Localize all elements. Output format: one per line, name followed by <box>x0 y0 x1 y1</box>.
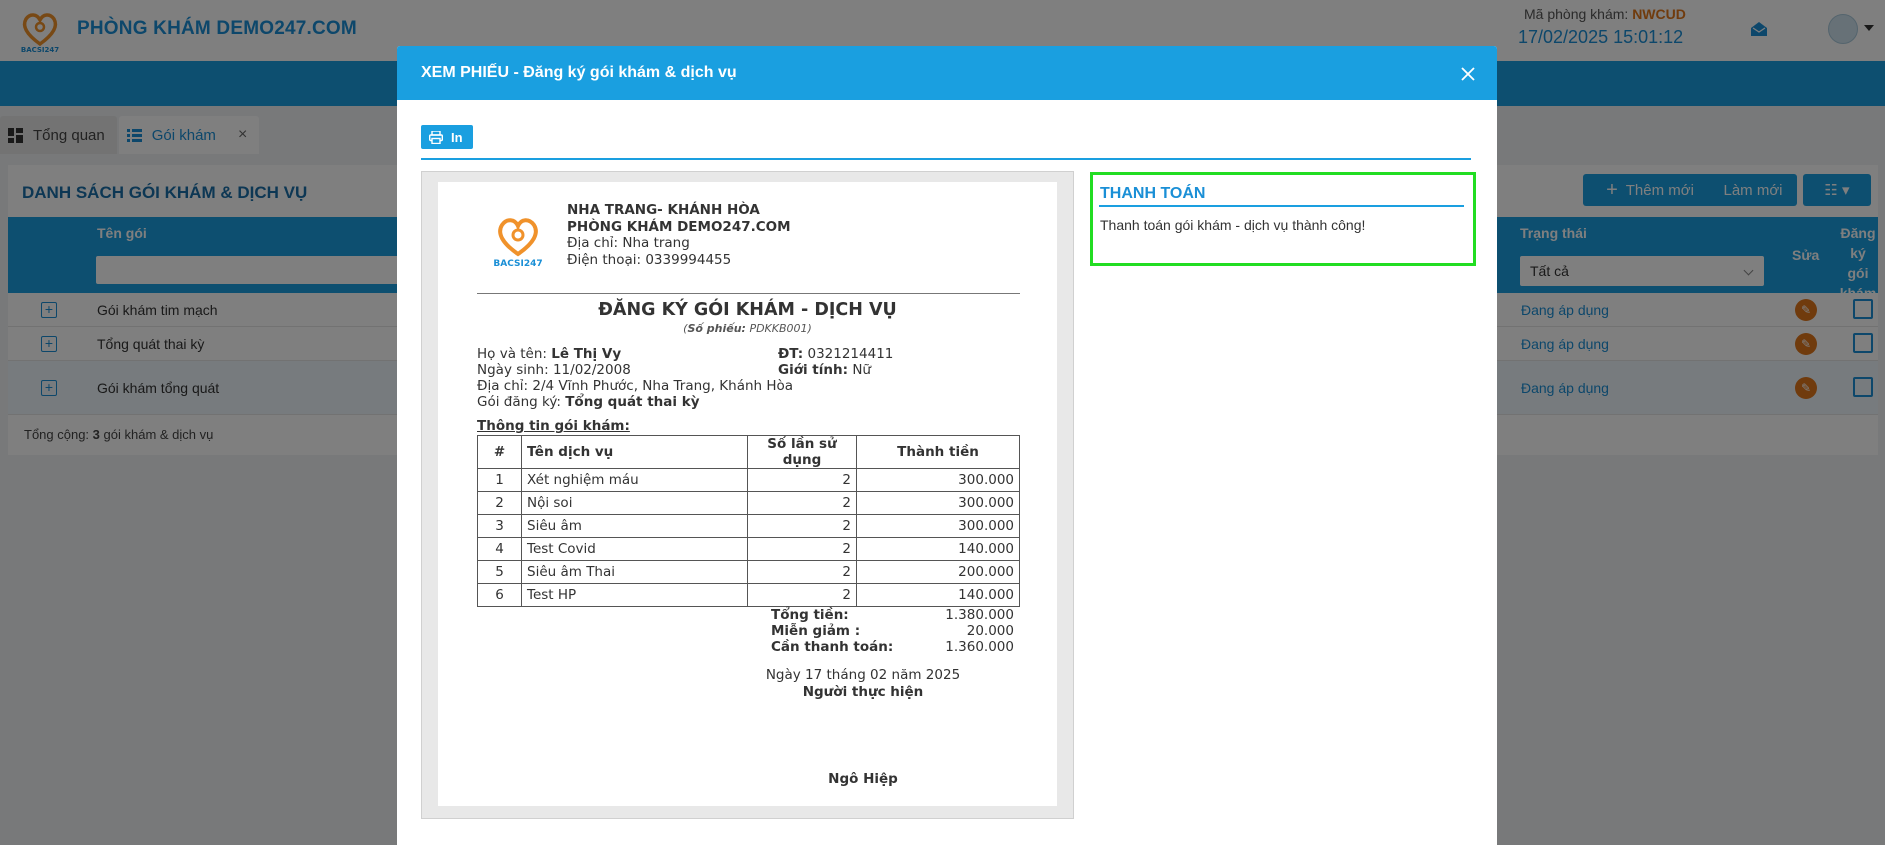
receipt-paper: BACSI247 NHA TRANG- KHÁNH HÒA PHÒNG KHÁM… <box>438 182 1057 806</box>
clinic-logo: BACSI247 <box>493 218 543 268</box>
payment-message: Thanh toán gói khám - dịch vụ thành công… <box>1100 217 1366 233</box>
registered-package: Gói đăng ký: Tổng quát thai kỳ <box>477 394 700 410</box>
table-header-row: # Tên dịch vụ Số lần sử dụng Thành tiền <box>477 435 1020 469</box>
close-icon[interactable] <box>1460 66 1476 82</box>
cell-amount: 300.000 <box>856 491 1020 515</box>
cell-service: Nội soi <box>521 491 748 515</box>
cell-service: Test Covid <box>521 537 748 561</box>
receipt-preview: BACSI247 NHA TRANG- KHÁNH HÒA PHÒNG KHÁM… <box>421 171 1074 819</box>
patient-dob: Ngày sinh: 11/02/2008 <box>477 362 631 378</box>
value: 11/02/2008 <box>552 362 631 378</box>
receipt-number-label: Số phiếu: <box>687 322 746 335</box>
cell-no: 5 <box>477 560 522 584</box>
divider <box>421 158 1471 160</box>
payment-panel: THANH TOÁN Thanh toán gói khám - dịch vụ… <box>1090 172 1476 266</box>
label: ĐT: <box>778 346 804 362</box>
value: 2/4 Vĩnh Phước, Nha Trang, Khánh Hòa <box>532 378 794 394</box>
divider <box>477 293 1020 294</box>
table-row: 1 Xét nghiệm máu 2 300.000 <box>477 468 1020 492</box>
performer-label: Người thực hiện <box>802 684 924 700</box>
cell-times: 2 <box>747 491 857 515</box>
label: Giới tính: <box>778 362 849 378</box>
table-row: 6 Test HP 2 140.000 <box>477 583 1020 607</box>
value: 0321214411 <box>807 346 894 362</box>
label: Họ và tên: <box>477 346 547 362</box>
cell-no: 3 <box>477 514 522 538</box>
table-row: 5 Siêu âm Thai 2 200.000 <box>477 560 1020 584</box>
modal-title: XEM PHIẾU - Đăng ký gói khám & dịch vụ <box>421 64 737 81</box>
receipt-number-value: PDKKB001 <box>749 322 808 335</box>
cell-amount: 200.000 <box>856 560 1020 584</box>
modal-header: XEM PHIẾU - Đăng ký gói khám & dịch vụ <box>397 46 1497 100</box>
receipt-number: (Số phiếu: PDKKB001) <box>683 322 812 335</box>
section-title: Thông tin gói khám: <box>477 418 630 434</box>
value: Lê Thị Vy <box>551 346 622 362</box>
printer-icon <box>429 130 443 144</box>
total-value: 1.380.000 <box>945 607 1014 623</box>
cell-times: 2 <box>747 583 857 607</box>
patient-gender: Giới tính: Nữ <box>778 362 871 378</box>
label: Ngày sinh: <box>477 362 549 378</box>
logo-text: BACSI247 <box>493 259 542 268</box>
cell-amount: 140.000 <box>856 583 1020 607</box>
column-header: Tên dịch vụ <box>521 435 748 469</box>
cell-times: 2 <box>747 560 857 584</box>
label: Địa chỉ: <box>477 378 529 394</box>
column-header: Số lần sử dụng <box>747 435 857 469</box>
payment-title: THANH TOÁN <box>1100 185 1206 202</box>
table-row: 3 Siêu âm 2 300.000 <box>477 514 1020 538</box>
cell-amount: 300.000 <box>856 514 1020 538</box>
label: Gói đăng ký: <box>477 394 561 410</box>
value: Tổng quát thai kỳ <box>565 394 700 410</box>
print-label: In <box>451 129 463 145</box>
cell-times: 2 <box>747 514 857 538</box>
table-row: 4 Test Covid 2 140.000 <box>477 537 1020 561</box>
cell-times: 2 <box>747 537 857 561</box>
column-header: # <box>477 435 522 469</box>
divider <box>1099 205 1464 207</box>
cell-no: 2 <box>477 491 522 515</box>
receipt-date: Ngày 17 tháng 02 năm 2025 <box>765 667 961 683</box>
patient-name: Họ và tên: Lê Thị Vy <box>477 346 621 362</box>
cell-no: 6 <box>477 583 522 607</box>
discount-label: Miễn giảm : <box>771 623 861 639</box>
cell-service: Test HP <box>521 583 748 607</box>
cell-amount: 140.000 <box>856 537 1020 561</box>
table-row: 2 Nội soi 2 300.000 <box>477 491 1020 515</box>
patient-phone: ĐT: 0321214411 <box>778 346 893 362</box>
receipt-modal: XEM PHIẾU - Đăng ký gói khám & dịch vụ I… <box>397 46 1497 845</box>
receipt-title: ĐĂNG KÝ GÓI KHÁM - DỊCH VỤ <box>598 300 897 320</box>
cell-service: Xét nghiệm máu <box>521 468 748 492</box>
org-address: Địa chỉ: Nha trang <box>567 235 690 251</box>
discount-value: 20.000 <box>966 623 1014 639</box>
org-line1: NHA TRANG- KHÁNH HÒA <box>567 202 760 218</box>
patient-address: Địa chỉ: 2/4 Vĩnh Phước, Nha Trang, Khán… <box>477 378 793 394</box>
cell-times: 2 <box>747 468 857 492</box>
performer-name: Ngô Hiệp <box>828 771 898 787</box>
cell-service: Siêu âm <box>521 514 748 538</box>
cell-amount: 300.000 <box>856 468 1020 492</box>
services-table: # Tên dịch vụ Số lần sử dụng Thành tiền … <box>477 435 1020 607</box>
column-header: Thành tiền <box>856 435 1020 469</box>
total-label: Tổng tiền: <box>771 607 849 623</box>
cell-service: Siêu âm Thai <box>521 560 748 584</box>
cell-no: 1 <box>477 468 522 492</box>
print-button[interactable]: In <box>421 125 473 149</box>
cell-no: 4 <box>477 537 522 561</box>
value: Nữ <box>852 362 871 378</box>
org-phone: Điện thoại: 0339994455 <box>567 252 732 268</box>
amount-due-value: 1.360.000 <box>945 639 1014 655</box>
org-line2: PHÒNG KHÁM DEMO247.COM <box>567 219 791 235</box>
